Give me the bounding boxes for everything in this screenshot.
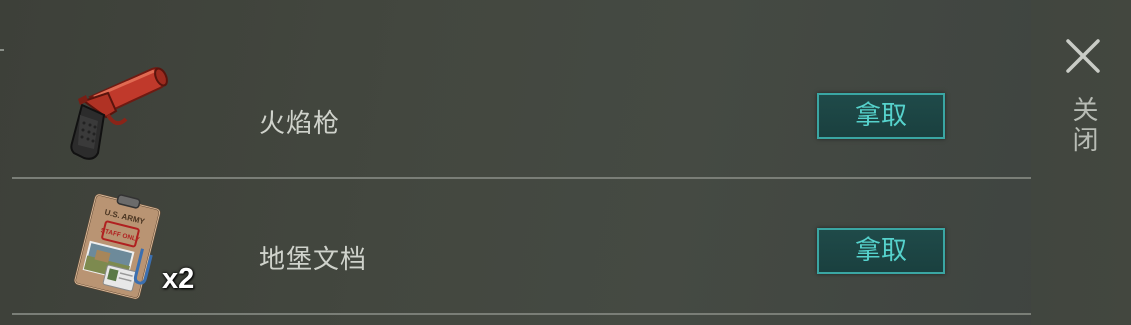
take-button[interactable]: 拿取: [817, 93, 945, 139]
loot-list: 火焰枪 拿取 U.S. ARMY STAFF ONLY x2 地堡文档 拿取: [12, 0, 1031, 325]
divider: [12, 313, 1031, 315]
bunker-document-icon: U.S. ARMY STAFF ONLY: [74, 193, 161, 300]
divider: [12, 177, 1031, 179]
list-item: 火焰枪 拿取: [12, 43, 1031, 177]
item-name: 地堡文档: [259, 245, 368, 275]
close-panel[interactable]: 关闭: [1031, 0, 1131, 325]
take-button[interactable]: 拿取: [817, 228, 945, 274]
edge-tick: [0, 49, 4, 51]
close-label[interactable]: 关闭: [1067, 96, 1099, 156]
flare-gun-icon: [70, 67, 168, 160]
quantity-label: x2: [162, 263, 195, 295]
item-name: 火焰枪: [259, 109, 341, 139]
close-icon[interactable]: [1065, 38, 1101, 74]
list-item: U.S. ARMY STAFF ONLY x2 地堡文档 拿取: [12, 179, 1031, 313]
